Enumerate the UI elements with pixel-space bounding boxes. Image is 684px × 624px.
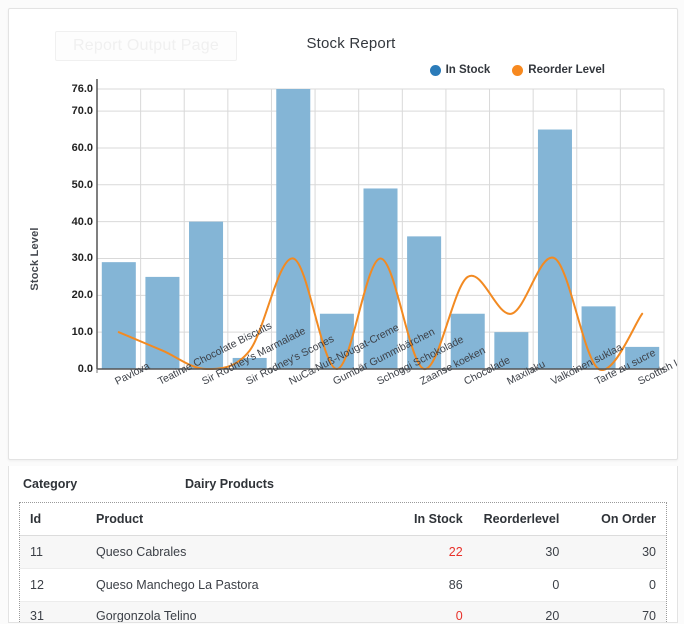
detail-table-panel: Category Dairy Products Id Product In St… bbox=[8, 466, 678, 623]
cell-reorderlevel: 0 bbox=[473, 569, 570, 602]
chart-plot-area: Stock Level 0.010.020.030.040.050.060.07… bbox=[9, 9, 678, 459]
chart-svg bbox=[9, 9, 678, 459]
cell-id: 11 bbox=[20, 536, 86, 569]
bar[interactable] bbox=[451, 314, 485, 369]
table-row[interactable]: 31Gorgonzola Telino02070 bbox=[20, 602, 666, 624]
cell-in-stock: 86 bbox=[376, 569, 473, 602]
bar[interactable] bbox=[145, 277, 179, 369]
cell-id: 12 bbox=[20, 569, 86, 602]
column-header-reorderlevel[interactable]: Reorderlevel bbox=[473, 503, 570, 536]
products-table-head: Id Product In Stock Reorderlevel On Orde… bbox=[20, 503, 666, 536]
cell-in-stock: 0 bbox=[376, 602, 473, 624]
bar[interactable] bbox=[276, 89, 310, 369]
bar[interactable] bbox=[189, 222, 223, 369]
bar[interactable] bbox=[494, 332, 528, 369]
bar[interactable] bbox=[233, 358, 267, 369]
column-header-in-stock[interactable]: In Stock bbox=[376, 503, 473, 536]
table-row[interactable]: 12Queso Manchego La Pastora8600 bbox=[20, 569, 666, 602]
bar[interactable] bbox=[102, 262, 136, 369]
category-label: Category bbox=[23, 477, 185, 491]
bar[interactable] bbox=[538, 130, 572, 369]
column-header-on-order[interactable]: On Order bbox=[569, 503, 666, 536]
cell-id: 31 bbox=[20, 602, 86, 624]
column-header-product[interactable]: Product bbox=[86, 503, 376, 536]
column-header-id[interactable]: Id bbox=[20, 503, 86, 536]
category-value: Dairy Products bbox=[185, 477, 274, 491]
cell-reorderlevel: 30 bbox=[473, 536, 570, 569]
table-row[interactable]: 11Queso Cabrales223030 bbox=[20, 536, 666, 569]
report-output-page: Report Output Page Stock Report In Stock… bbox=[0, 0, 684, 624]
chart-panel: Report Output Page Stock Report In Stock… bbox=[8, 8, 678, 460]
cell-on-order: 70 bbox=[569, 602, 666, 624]
table-header-row: Id Product In Stock Reorderlevel On Orde… bbox=[20, 503, 666, 536]
cell-product: Gorgonzola Telino bbox=[86, 602, 376, 624]
products-table: Id Product In Stock Reorderlevel On Orde… bbox=[20, 503, 666, 623]
cell-product: Queso Manchego La Pastora bbox=[86, 569, 376, 602]
cell-on-order: 0 bbox=[569, 569, 666, 602]
cell-on-order: 30 bbox=[569, 536, 666, 569]
products-table-body: 11Queso Cabrales22303012Queso Manchego L… bbox=[20, 536, 666, 624]
bar[interactable] bbox=[625, 347, 659, 369]
products-grid: Id Product In Stock Reorderlevel On Orde… bbox=[19, 502, 667, 623]
cell-product: Queso Cabrales bbox=[86, 536, 376, 569]
cell-in-stock: 22 bbox=[376, 536, 473, 569]
bar[interactable] bbox=[320, 314, 354, 369]
bar[interactable] bbox=[582, 306, 616, 369]
category-row: Category Dairy Products bbox=[9, 466, 677, 502]
cell-reorderlevel: 20 bbox=[473, 602, 570, 624]
